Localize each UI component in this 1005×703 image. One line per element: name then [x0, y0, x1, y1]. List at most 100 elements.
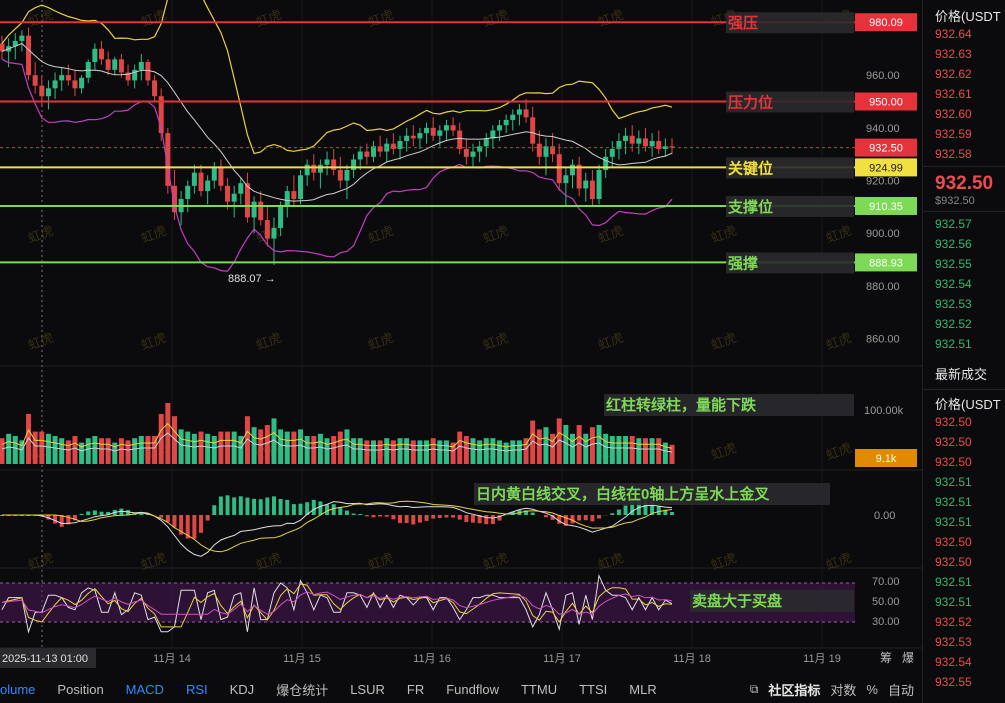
- tab-macd[interactable]: MACD: [115, 682, 175, 697]
- candle-body: [118, 59, 124, 73]
- watermark-text: 虹虎: [26, 550, 56, 573]
- watermark-text: 虹虎: [709, 440, 739, 463]
- macd-histogram-bar: [470, 515, 475, 523]
- watermark-text: 虹虎: [366, 223, 396, 246]
- x-tick-label: 11月 19: [803, 653, 841, 665]
- macd-histogram-bar: [404, 515, 409, 524]
- candle-body: [556, 154, 562, 184]
- candle-body: [530, 117, 536, 144]
- candle-body: [317, 164, 323, 173]
- macd-dif-line: [2, 501, 673, 557]
- tab-ttmu[interactable]: TTMU: [510, 682, 568, 697]
- chart-canvas[interactable]: 虹虎 虹虎 虹虎 虹虎 虹虎 虹虎 虹虎虹虎 虹虎 虹虎 虹虎 虹虎 虹虎 虹虎虹虎 虹虎 虹虎 虹虎 虹虎 虹虎…: [0, 0, 922, 676]
- volume-bar: [291, 431, 297, 464]
- macd-histogram-bar: [338, 506, 343, 515]
- macd-histogram-bar: [391, 515, 396, 520]
- ask-price: 932.61: [935, 87, 972, 101]
- macd-histogram-bar: [358, 513, 363, 515]
- macd-histogram-bar: [451, 515, 456, 518]
- candle-body: [430, 127, 436, 136]
- log-scale-toggle[interactable]: 对数: [830, 680, 856, 699]
- candle-body: [251, 201, 257, 218]
- watermark-text: 虹虎: [596, 330, 626, 353]
- volume-bar: [317, 433, 323, 464]
- candle-body: [258, 201, 264, 221]
- candle-body: [52, 80, 58, 89]
- watermark-text: 虹虎: [254, 550, 284, 573]
- volume-bar: [65, 440, 71, 464]
- volume-bar: [583, 433, 589, 464]
- bid-price: 932.53: [935, 297, 972, 311]
- volume-bar: [72, 436, 78, 464]
- tab-ttsi[interactable]: TTSI: [568, 682, 618, 697]
- candle-body: [231, 193, 237, 202]
- macd-histogram-bar: [484, 515, 489, 525]
- volume-bar: [351, 438, 357, 464]
- candle-body: [138, 61, 144, 70]
- volume-bar: [191, 433, 197, 464]
- ask-price: 932.62: [935, 67, 972, 81]
- candle-body: [457, 130, 463, 149]
- volume-bar: [331, 436, 337, 464]
- tab-mlr[interactable]: MLR: [618, 682, 667, 697]
- macd-histogram-bar: [159, 515, 164, 518]
- community-indicators-button[interactable]: 社区指标: [768, 680, 820, 699]
- volume-bar: [45, 433, 51, 464]
- volume-bar: [642, 438, 648, 464]
- tab-lsur[interactable]: LSUR: [339, 682, 396, 697]
- tab-rsi[interactable]: RSI: [175, 682, 219, 697]
- macd-histogram-bar: [165, 515, 170, 522]
- candle-body: [284, 191, 290, 207]
- x-crosshair-label: 2025-11-13 01:00: [2, 653, 88, 665]
- price-tick-label: 920.00: [866, 176, 900, 188]
- candle-body: [351, 159, 357, 171]
- volume-bar: [284, 431, 290, 464]
- watermark-text: 虹虎: [824, 223, 854, 246]
- macd-histogram-bar: [258, 499, 263, 515]
- candle-body: [629, 135, 635, 144]
- macd-histogram-bar: [252, 498, 257, 515]
- macd-histogram-bar: [265, 497, 270, 515]
- candle-body: [198, 172, 204, 192]
- volume-bar: [603, 433, 609, 464]
- edit-indicator-icon[interactable]: ⧉: [750, 682, 759, 697]
- tab-fundflow[interactable]: Fundflow: [435, 682, 510, 697]
- macd-histogram-bar: [199, 515, 204, 533]
- percent-scale-toggle[interactable]: %: [866, 682, 878, 697]
- volume-bar: [185, 431, 191, 464]
- candle-body: [65, 75, 71, 81]
- tab-fr[interactable]: FR: [396, 682, 435, 697]
- volume-bar: [443, 440, 449, 464]
- volume-bar: [569, 433, 575, 464]
- latest-trades-title[interactable]: 最新成交: [923, 354, 1005, 390]
- bid-price: 932.54: [935, 277, 972, 291]
- tab-position[interactable]: Position: [46, 682, 114, 697]
- candle-body: [32, 75, 38, 86]
- volume-bar: [26, 414, 32, 464]
- auto-scale-toggle[interactable]: 自动: [888, 680, 914, 699]
- volume-bar: [543, 427, 549, 464]
- watermark-text: 虹虎: [139, 7, 169, 30]
- bid-price: 932.51: [935, 337, 972, 351]
- watermark-text: 虹虎: [366, 330, 396, 353]
- macd-histogram-bar: [398, 515, 403, 524]
- candle-body: [344, 170, 350, 181]
- candle-body: [583, 180, 589, 189]
- volume-bar: [278, 429, 284, 464]
- tab-kdj[interactable]: KDJ: [219, 682, 266, 697]
- watermark-text: 虹虎: [824, 440, 854, 463]
- volume-bar: [623, 436, 629, 464]
- volume-bar: [337, 431, 343, 464]
- candlestick-chart[interactable]: 虹虎 虹虎 虹虎 虹虎 虹虎 虹虎 虹虎 虹虎 虹虎 虹虎 虹虎 虹虎 虹虎 虹虎 虹虎 虹虎 虹虎 虹虎 虹虎 虹虎…: [0, 0, 922, 703]
- tab-liquidation[interactable]: 爆仓统计: [265, 680, 339, 699]
- trade-price: 932.50: [935, 415, 972, 429]
- volume-bar: [324, 438, 330, 464]
- candle-body: [390, 143, 396, 149]
- candle-body: [536, 143, 542, 157]
- volume-bar: [218, 431, 224, 464]
- ask-price: 932.64: [935, 27, 972, 41]
- macd-histogram-bar: [271, 496, 276, 515]
- volume-bar: [132, 438, 138, 464]
- tab-volume[interactable]: olume: [0, 682, 46, 697]
- macd-histogram-bar: [298, 503, 303, 515]
